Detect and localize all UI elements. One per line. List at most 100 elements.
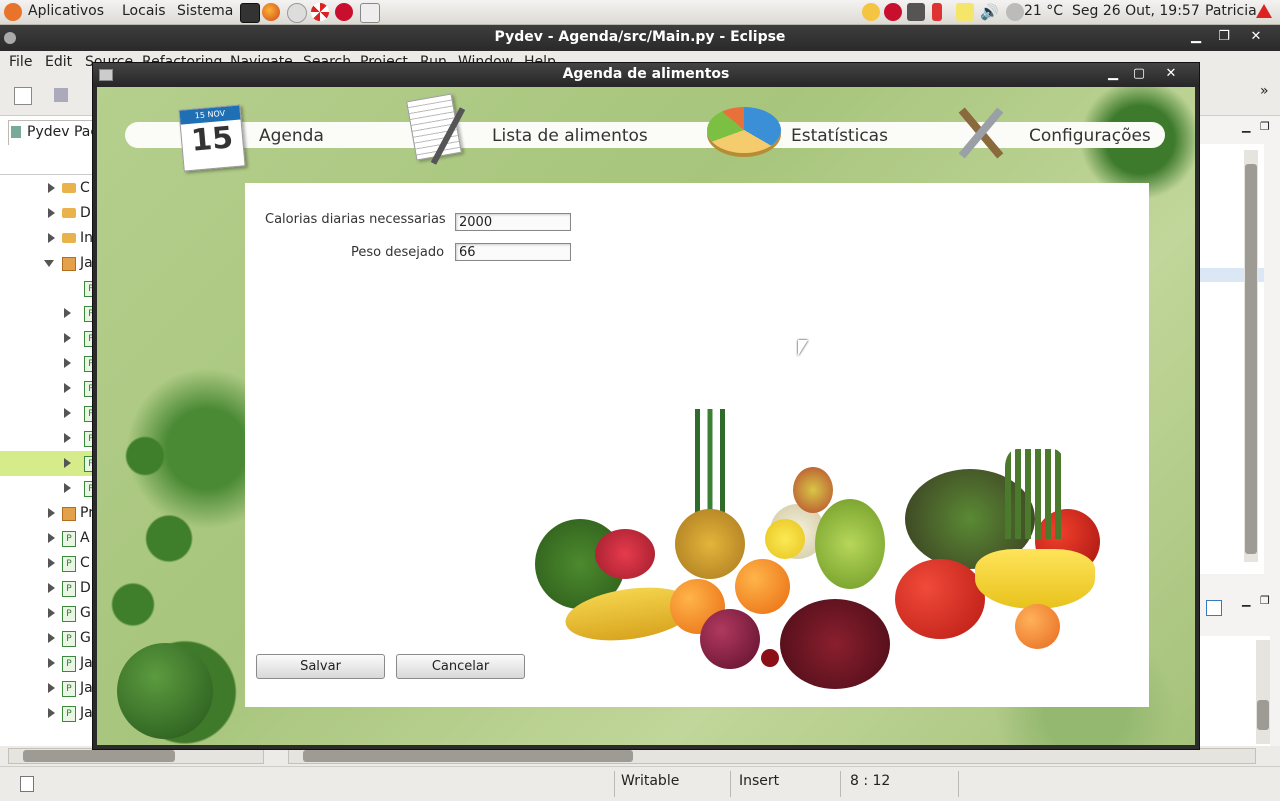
tree-collapsed-arrow-icon[interactable]	[64, 408, 71, 418]
view2-maximize-icon[interactable]: ❐	[1260, 594, 1270, 607]
red-onion	[700, 609, 760, 669]
tree-item-label: D	[80, 580, 91, 596]
save-icon[interactable]	[54, 88, 68, 102]
opera-tray-icon[interactable]	[884, 3, 902, 21]
tab-package-explorer[interactable]: Pydev Pac	[8, 120, 100, 145]
clock[interactable]: Seg 26 Out, 19:57	[1072, 3, 1200, 19]
close-icon[interactable]: ✕	[1246, 28, 1266, 46]
notes-icon[interactable]	[956, 3, 974, 21]
status-separator	[840, 771, 841, 797]
tree-item-label: D	[80, 205, 91, 221]
left-h-scroll-thumb[interactable]	[23, 750, 175, 762]
volume-icon[interactable]: 🔊	[980, 3, 999, 21]
outline-scroll-thumb[interactable]	[1245, 164, 1257, 554]
left-h-scrollbar[interactable]	[8, 748, 264, 764]
folder-icon	[62, 233, 76, 243]
tree-collapsed-arrow-icon[interactable]	[48, 208, 55, 218]
tree-collapsed-arrow-icon[interactable]	[64, 433, 71, 443]
menu-locais[interactable]: Locais	[122, 3, 166, 19]
calendar-icon[interactable]: 15 NOV 15	[178, 104, 246, 172]
tree-collapsed-arrow-icon[interactable]	[48, 233, 55, 243]
python-file-icon: P	[62, 631, 76, 647]
cancel-button[interactable]: Cancelar	[396, 654, 525, 679]
outline-scrollbar[interactable]	[1244, 150, 1258, 562]
tree-expanded-arrow-icon[interactable]	[44, 260, 54, 267]
tree-collapsed-arrow-icon[interactable]	[48, 508, 55, 518]
tab-configuracoes[interactable]: Configurações	[1029, 126, 1151, 146]
menu-aplicativos[interactable]: Aplicativos	[28, 3, 104, 19]
tab-estatisticas[interactable]: Estatísticas	[791, 126, 888, 146]
editor-h-scroll-thumb[interactable]	[303, 750, 633, 762]
tree-collapsed-arrow-icon[interactable]	[48, 558, 55, 568]
pie-shape	[707, 107, 781, 153]
tree-collapsed-arrow-icon[interactable]	[48, 583, 55, 593]
fast-view-icon[interactable]	[20, 776, 34, 792]
weight-input[interactable]: 66	[455, 243, 571, 261]
firefox-icon[interactable]	[262, 3, 280, 21]
package-explorer-icon	[11, 126, 21, 138]
maximize-icon[interactable]: ❐	[1214, 28, 1234, 46]
network-icon[interactable]	[907, 3, 925, 21]
mail-icon[interactable]	[287, 3, 307, 23]
calories-input[interactable]: 2000	[455, 213, 571, 231]
view2-new-icon[interactable]	[1206, 600, 1222, 616]
dialog-maximize-icon[interactable]: ▢	[1129, 65, 1149, 83]
tree-collapsed-arrow-icon[interactable]	[64, 308, 71, 318]
new-icon[interactable]	[14, 87, 32, 105]
tree-collapsed-arrow-icon[interactable]	[64, 483, 71, 493]
messenger-icon[interactable]	[862, 3, 880, 21]
ubuntu-logo-icon[interactable]	[4, 3, 22, 21]
dialog-minimize-icon[interactable]: ▁	[1103, 65, 1123, 83]
orange-2	[735, 559, 790, 614]
opera-icon[interactable]	[335, 3, 353, 21]
menu-file[interactable]: File	[9, 54, 32, 70]
tree-collapsed-arrow-icon[interactable]	[64, 383, 71, 393]
view2-minimize-icon[interactable]: ▁	[1242, 594, 1250, 607]
terminal-icon[interactable]	[240, 3, 260, 23]
tree-collapsed-arrow-icon[interactable]	[48, 183, 55, 193]
red-grapes	[780, 599, 890, 689]
tree-collapsed-arrow-icon[interactable]	[48, 658, 55, 668]
eclipse-window-title: Pydev - Agenda/src/Main.py - Eclipse	[494, 29, 786, 45]
mouse-cursor-icon	[798, 340, 808, 356]
battery-icon[interactable]	[932, 3, 942, 21]
package-icon	[62, 257, 76, 271]
python-file-icon: P	[62, 581, 76, 597]
console-scroll-thumb[interactable]	[1257, 700, 1269, 730]
help-lifebuoy-icon[interactable]	[311, 3, 329, 21]
tree-collapsed-arrow-icon[interactable]	[64, 333, 71, 343]
console-scrollbar[interactable]	[1256, 640, 1270, 744]
shutdown-icon[interactable]	[1256, 4, 1272, 18]
screenshot-icon[interactable]	[360, 3, 380, 23]
tree-collapsed-arrow-icon[interactable]	[48, 633, 55, 643]
weight-label: Peso desejado	[351, 245, 445, 260]
menu-edit[interactable]: Edit	[45, 54, 72, 70]
view-maximize-icon[interactable]: ❐	[1260, 120, 1270, 133]
tree-collapsed-arrow-icon[interactable]	[48, 608, 55, 618]
user-name[interactable]: Patricia	[1205, 3, 1257, 19]
weather-temperature[interactable]: 21 °C	[1024, 3, 1063, 19]
save-button[interactable]: Salvar	[256, 654, 385, 679]
tab-lista-de-alimentos[interactable]: Lista de alimentos	[492, 126, 648, 146]
dialog-body: 15 NOV 15 Agenda Lista de alimentos Esta…	[97, 87, 1195, 745]
statistics-pie-icon[interactable]	[707, 107, 783, 155]
minimize-icon[interactable]: ▁	[1186, 28, 1206, 46]
tree-collapsed-arrow-icon[interactable]	[48, 708, 55, 718]
tree-collapsed-arrow-icon[interactable]	[64, 358, 71, 368]
menu-sistema[interactable]: Sistema	[177, 3, 233, 19]
status-insert-mode: Insert	[739, 773, 780, 789]
dialog-close-icon[interactable]: ✕	[1161, 65, 1181, 83]
tree-collapsed-arrow-icon[interactable]	[48, 683, 55, 693]
package-icon	[62, 507, 76, 521]
view-minimize-icon[interactable]: ▁	[1242, 120, 1250, 133]
weather-icon[interactable]	[1006, 3, 1024, 21]
tree-collapsed-arrow-icon[interactable]	[48, 533, 55, 543]
toolbar-overflow-icon[interactable]: »	[1260, 83, 1269, 99]
settings-tools-icon[interactable]	[949, 101, 1013, 165]
pineapple-leaves	[685, 409, 735, 519]
tree-collapsed-arrow-icon[interactable]	[64, 458, 71, 468]
food-list-icon[interactable]	[405, 93, 469, 165]
dialog-titlebar: Agenda de alimentos ▁ ▢ ✕	[93, 63, 1199, 87]
editor-h-scrollbar[interactable]	[288, 748, 1256, 764]
tab-agenda[interactable]: Agenda	[259, 126, 324, 146]
